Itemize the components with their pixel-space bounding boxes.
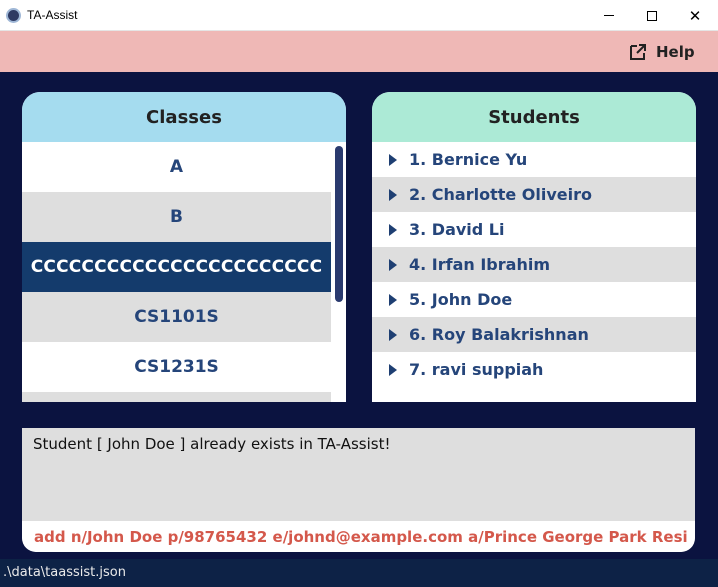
result-display: Student [ John Doe ] already exists in T… (22, 428, 695, 552)
maximize-icon (647, 10, 657, 21)
student-item[interactable]: 2. Charlotte Oliveiro (372, 177, 696, 212)
class-item[interactable]: A (22, 142, 331, 192)
student-list: 1. Bernice Yu 2. Charlotte Oliveiro 3. D… (372, 142, 696, 387)
class-item[interactable] (22, 392, 331, 402)
expand-arrow-icon[interactable] (389, 223, 397, 236)
class-list: A B CCCCCCCCCCCCCCCCCCCCCCC CS1101S CS12… (22, 142, 331, 402)
window-title: TA-Assist (27, 8, 78, 22)
classes-panel: Classes A B CCCCCCCCCCCCCCCCCCCCCCC CS11… (22, 92, 346, 402)
student-item[interactable]: 5. John Doe (372, 282, 696, 317)
help-button[interactable]: Help (628, 41, 695, 63)
student-item[interactable]: 4. Irfan Ibrahim (372, 247, 696, 282)
minimize-icon (604, 15, 614, 16)
student-item[interactable]: 3. David Li (372, 212, 696, 247)
close-button[interactable]: ✕ (672, 0, 718, 31)
command-input[interactable] (34, 521, 687, 552)
command-box[interactable] (22, 521, 695, 552)
expand-arrow-icon[interactable] (389, 328, 397, 341)
close-icon: ✕ (688, 7, 702, 25)
classes-scrollbar[interactable] (331, 142, 346, 402)
expand-arrow-icon[interactable] (389, 258, 397, 271)
class-item-selected[interactable]: CCCCCCCCCCCCCCCCCCCCCCC (22, 242, 331, 292)
student-item[interactable]: 7. ravi suppiah (372, 352, 696, 387)
class-item[interactable]: CS1231S (22, 342, 331, 392)
class-item[interactable]: CS1101S (22, 292, 331, 342)
classes-header: Classes (22, 92, 346, 142)
students-panel: Students 1. Bernice Yu 2. Charlotte Oliv… (372, 92, 696, 402)
student-item[interactable]: 1. Bernice Yu (372, 142, 696, 177)
maximize-button[interactable] (629, 0, 675, 31)
external-link-icon (630, 44, 646, 60)
result-message: Student [ John Doe ] already exists in T… (33, 435, 391, 453)
expand-arrow-icon[interactable] (389, 188, 397, 201)
expand-arrow-icon[interactable] (389, 293, 397, 306)
help-label: Help (656, 43, 695, 61)
students-header: Students (372, 92, 696, 142)
title-bar: TA-Assist ✕ (0, 0, 718, 31)
classes-scroll-thumb[interactable] (335, 146, 343, 302)
app-icon (6, 8, 21, 23)
save-location: .\data\taassist.json (3, 565, 126, 580)
menu-bar: Help (0, 31, 718, 72)
student-item[interactable]: 6. Roy Balakrishnan (372, 317, 696, 352)
expand-arrow-icon[interactable] (389, 363, 397, 376)
status-bar: .\data\taassist.json (0, 559, 718, 587)
minimize-button[interactable] (586, 0, 632, 31)
expand-arrow-icon[interactable] (389, 153, 397, 166)
class-item[interactable]: B (22, 192, 331, 242)
